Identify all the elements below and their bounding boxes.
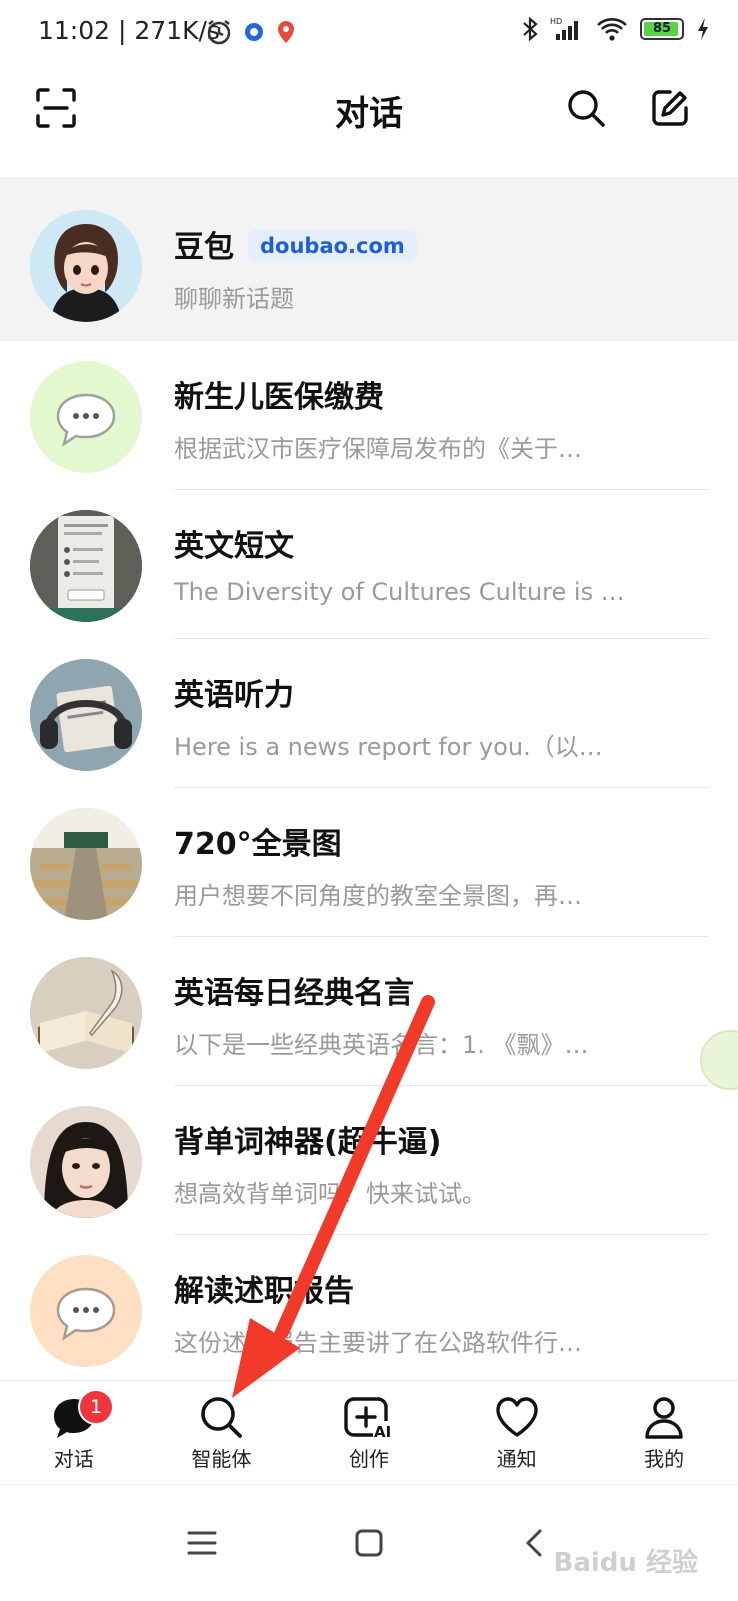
alarm-icon: [207, 20, 231, 45]
conversation-preview: Here is a news report for you.（以…: [174, 733, 603, 761]
tab-label: 创作: [348, 1447, 389, 1471]
chat-bubble-avatar: [30, 361, 142, 473]
person-icon: [645, 1397, 683, 1439]
signal-icon: HD: [550, 17, 578, 40]
chat-bubble-icon: [56, 1287, 116, 1341]
back-chevron-icon: [526, 1529, 542, 1557]
conversation-preview: 根据武汉市医疗保障局发布的《关于…: [174, 435, 582, 463]
create-ai-icon: AI: [344, 1397, 395, 1439]
conversation-title: 英语每日经典名言: [174, 976, 414, 1011]
tab-label: 我的: [644, 1447, 685, 1471]
battery-level: 85: [652, 21, 672, 36]
search-icon: [568, 90, 605, 127]
wifi-icon: [597, 18, 627, 41]
status-left-icons: [205, 18, 297, 46]
tab-label: 对话: [53, 1447, 94, 1471]
app-notification-icon: [245, 23, 263, 41]
bluetooth-icon: [523, 16, 538, 42]
menu-icon: [187, 1531, 217, 1555]
bottom-tab-bar: 1 对话 智能体 AI 创作 通知 我的: [0, 1380, 738, 1485]
header: 对话: [0, 62, 738, 177]
conversation-preview: 聊聊新话题: [174, 285, 294, 313]
headphones-photo-avatar: [30, 659, 142, 771]
svg-text:HD: HD: [550, 17, 562, 26]
domain-tag: doubao.com: [248, 230, 417, 262]
conversation-preview: 想高效背单词吗？快来试试。: [174, 1180, 486, 1208]
conversation-item[interactable]: 背单词神器(超牛逼) 想高效背单词吗？快来试试。: [0, 1086, 738, 1235]
system-nav-bar: Baidu 经验: [0, 1484, 738, 1601]
conversation-title: 720°全景图: [174, 827, 342, 862]
home-square-icon: [355, 1529, 383, 1557]
girl-portrait-avatar: [30, 1106, 142, 1218]
unread-badge: 1: [78, 1389, 114, 1425]
tab-agents[interactable]: 智能体: [148, 1381, 296, 1485]
conversation-title: 豆包 doubao.com: [174, 222, 417, 266]
conversation-item[interactable]: 英语听力 Here is a news report for you.（以…: [0, 639, 738, 788]
status-right-icons: HD 85: [522, 16, 710, 42]
classroom-photo-avatar: [30, 808, 142, 920]
battery-icon: 85: [640, 18, 684, 40]
back-nav-button[interactable]: [510, 1519, 558, 1567]
search-button[interactable]: [562, 84, 610, 132]
baidu-watermark: Baidu 经验: [553, 1548, 698, 1578]
tab-chat[interactable]: 1 对话: [0, 1381, 148, 1485]
edit-icon: [652, 90, 688, 126]
status-time: 11:02 | 271K/s: [38, 16, 220, 45]
book-quill-avatar: [30, 957, 142, 1069]
conversation-preview: The Diversity of Cultures Culture is …: [174, 578, 625, 606]
conversation-list: 豆包 doubao.com 聊聊新话题 新生儿医保缴费 根据武汉市医疗保障局发布的…: [0, 177, 738, 1384]
conversation-item[interactable]: 解读述职报告 这份述职报告主要讲了在公路软件行…: [0, 1235, 738, 1384]
conversation-preview: 以下是一些经典英语名言：1. 《飘》…: [174, 1031, 589, 1059]
conversation-item-doubao[interactable]: 豆包 doubao.com 聊聊新话题: [0, 177, 738, 341]
conversation-title: 英语听力: [174, 678, 294, 713]
conversation-item[interactable]: 720°全景图 用户想要不同角度的教室全景图，再…: [0, 788, 738, 937]
conversation-item[interactable]: 新生儿医保缴费 根据武汉市医疗保障局发布的《关于…: [0, 341, 738, 490]
conversation-title: 解读述职报告: [174, 1274, 354, 1309]
new-chat-button[interactable]: [646, 84, 694, 132]
search-icon: [201, 1397, 243, 1438]
tab-create[interactable]: AI 创作: [295, 1381, 443, 1485]
tab-profile[interactable]: 我的: [590, 1381, 738, 1485]
chat-bubble-avatar: [30, 1255, 142, 1367]
conversation-preview: 这份述职报告主要讲了在公路软件行…: [174, 1329, 582, 1357]
location-app-icon: [278, 21, 294, 43]
heart-icon: [495, 1397, 538, 1437]
conversation-title: 背单词神器(超牛逼): [174, 1125, 442, 1160]
document-photo-avatar: [30, 510, 142, 622]
chat-bubble-icon: [56, 393, 116, 447]
conversation-title: 新生儿医保缴费: [174, 380, 384, 415]
charging-icon: [698, 18, 708, 40]
conversation-item[interactable]: 英语每日经典名言 以下是一些经典英语名言：1. 《飘》…: [0, 937, 738, 1086]
tab-label: 通知: [496, 1447, 537, 1471]
conversation-title: 英文短文: [174, 529, 294, 564]
status-bar: 11:02 | 271K/s HD 85: [0, 0, 738, 62]
tab-notifications[interactable]: 通知: [443, 1381, 591, 1485]
page-title: 对话: [335, 94, 403, 134]
menu-nav-button[interactable]: [178, 1519, 226, 1567]
conversation-item[interactable]: 英文短文 The Diversity of Cultures Culture i…: [0, 490, 738, 639]
tab-label: 智能体: [191, 1447, 252, 1471]
home-nav-button[interactable]: [345, 1519, 393, 1567]
svg-text:AI: AI: [374, 1423, 391, 1439]
conversation-preview: 用户想要不同角度的教室全景图，再…: [174, 882, 582, 910]
doubao-girl-avatar: [30, 210, 142, 322]
